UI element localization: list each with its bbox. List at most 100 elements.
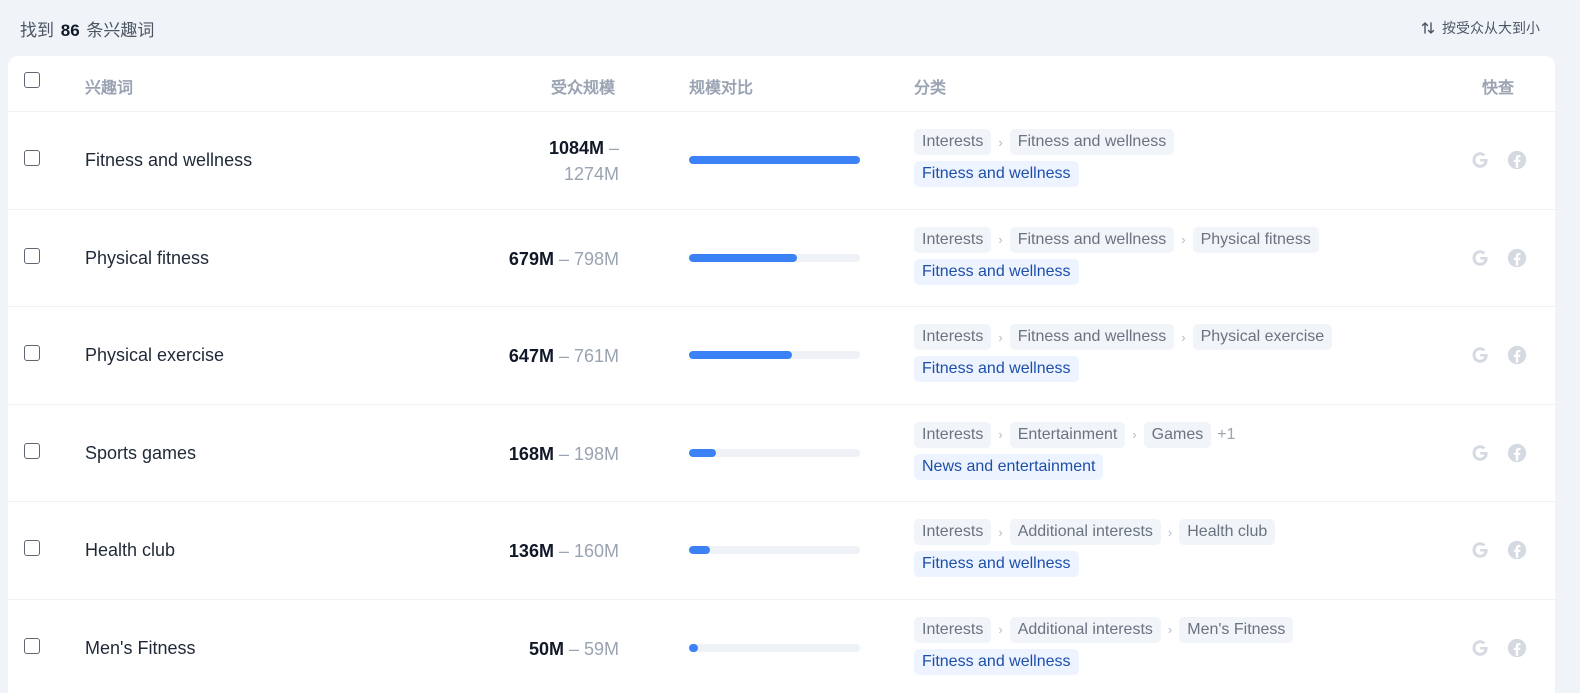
interest-name[interactable]: Health club <box>85 540 175 561</box>
row-checkbox[interactable] <box>24 247 40 264</box>
breadcrumb-separator-icon: › <box>1181 329 1186 345</box>
audience-size: 1084M –1274M <box>548 138 619 184</box>
category-path: Interests › Fitness and wellness › Physical … <box>914 324 1333 350</box>
category-cell: Interests › Additional interests › Health cl… <box>914 519 1276 577</box>
header-audience[interactable]: 受众规模 <box>551 74 615 98</box>
category-path: Interests › Entertainment › Games +1 <box>914 421 1235 448</box>
results-header: 找到 86 条兴趣词 按受众从大到小 <box>0 0 1580 56</box>
google-icon[interactable] <box>1469 344 1491 366</box>
topic-tag: Fitness and wellness <box>914 356 1079 382</box>
table-row[interactable]: Men's Fitness 50M – 59M Interests › Addition… <box>8 600 1555 693</box>
category-path-chip: Fitness and wellness <box>1009 324 1175 350</box>
topic-tag: Fitness and wellness <box>914 258 1079 285</box>
category-path-chip: Fitness and wellness <box>1009 129 1175 155</box>
category-path-chip: Interests <box>914 129 992 155</box>
more-categories-count[interactable]: +1 <box>1217 426 1235 444</box>
breadcrumb-separator-icon: › <box>998 427 1003 442</box>
row-checkbox[interactable] <box>24 442 40 459</box>
audience-size: 647M – 761M <box>508 346 619 366</box>
audience-compare-fill <box>689 643 698 652</box>
category-path-chip: Games <box>1143 421 1212 448</box>
select-all-checkbox[interactable] <box>24 72 40 88</box>
row-checkbox[interactable] <box>24 637 40 654</box>
google-icon[interactable] <box>1469 247 1491 269</box>
audience-compare-bar <box>689 253 860 262</box>
category-path-chip: Health club <box>1179 519 1276 545</box>
category-cell: Interests › Fitness and wellness › Physical … <box>914 324 1333 382</box>
breadcrumb-separator-icon: › <box>998 329 1003 345</box>
audience-size: 168M – 198M <box>508 443 619 464</box>
google-icon[interactable] <box>1469 149 1491 171</box>
audience-compare-bar <box>689 156 860 164</box>
audience-compare-bar <box>689 351 860 359</box>
header-compare: 规模对比 <box>689 80 754 97</box>
category-path-chip: Fitness and wellness <box>1009 226 1175 253</box>
facebook-icon[interactable] <box>1506 247 1528 269</box>
results-count-number: 86 <box>60 20 80 40</box>
category-path: Interests › Additional interests › Men's Fit… <box>914 616 1294 643</box>
results-count: 找到 86 条兴趣词 <box>20 20 155 40</box>
category-path-chip: Interests <box>914 616 992 643</box>
row-checkbox[interactable] <box>24 150 40 166</box>
header-category: 分类 <box>914 80 947 97</box>
category-path: Interests › Additional interests › Health cl… <box>914 519 1276 545</box>
breadcrumb-separator-icon: › <box>1167 524 1173 540</box>
category-path: Interests › Fitness and wellness › Physical … <box>914 226 1319 253</box>
topic-tag: Fitness and wellness <box>914 551 1079 577</box>
table-row[interactable]: Fitness and wellness 1084M –1274M Interest… <box>8 112 1555 210</box>
category-path-chip: Interests <box>914 421 992 448</box>
google-icon[interactable] <box>1469 442 1491 464</box>
category-path-chip: Additional interests <box>1009 616 1161 643</box>
breadcrumb-separator-icon: › <box>1167 622 1173 637</box>
category-cell: Interests › Additional interests › Men's Fit… <box>914 616 1294 675</box>
breadcrumb-separator-icon: › <box>998 524 1003 540</box>
category-path-chip: Interests <box>914 226 992 253</box>
header-keyword: 兴趣词 <box>85 80 134 97</box>
audience-compare-bar <box>689 643 860 652</box>
google-icon[interactable] <box>1469 539 1491 561</box>
facebook-icon[interactable] <box>1506 539 1528 561</box>
table-row[interactable]: Sports games 168M – 198M Interests › Enterta… <box>8 405 1555 502</box>
breadcrumb-separator-icon: › <box>1181 232 1186 247</box>
category-path-chip: Physical fitness <box>1192 226 1319 253</box>
table-row[interactable]: Physical exercise 647M – 761M Interests › Fi… <box>8 307 1555 405</box>
topic-tag: News and entertainment <box>914 453 1104 480</box>
table-row[interactable]: Health club 136M – 160M Interests › Addition… <box>8 502 1555 600</box>
category-path-chip: Interests <box>914 519 992 545</box>
table-row[interactable]: Physical fitness 679M – 798M Interests › Fit… <box>8 210 1555 307</box>
audience-compare-fill <box>689 156 860 164</box>
interest-name[interactable]: Sports games <box>85 443 196 464</box>
interest-name[interactable]: Fitness and wellness <box>85 150 252 171</box>
sort-label: 按受众从大到小 <box>1442 20 1540 36</box>
facebook-icon[interactable] <box>1506 149 1528 171</box>
topic-tag: Fitness and wellness <box>914 648 1079 675</box>
category-path-chip: Interests <box>914 324 992 350</box>
google-icon[interactable] <box>1469 637 1491 659</box>
breadcrumb-separator-icon: › <box>1132 427 1137 442</box>
interest-table: 兴趣词 受众规模 规模对比 分类 快查 Fitness and wellness… <box>8 56 1555 693</box>
category-cell: Interests › Fitness and wellness › Physical … <box>914 226 1319 285</box>
audience-compare-fill <box>689 253 797 262</box>
interest-name[interactable]: Physical exercise <box>85 345 224 366</box>
audience-size: 50M – 59M <box>528 638 619 659</box>
audience-compare-fill <box>689 546 711 554</box>
facebook-icon[interactable] <box>1506 344 1528 366</box>
facebook-icon[interactable] <box>1506 637 1528 659</box>
category-cell: Interests › Fitness and wellness Fitness an… <box>914 129 1175 187</box>
audience-size: 136M – 160M <box>508 541 619 561</box>
interest-name[interactable]: Men's Fitness <box>85 638 195 659</box>
audience-compare-fill <box>689 448 716 457</box>
audience-size: 679M – 798M <box>508 248 619 269</box>
audience-compare-bar <box>689 546 860 554</box>
audience-compare-bar <box>689 448 860 457</box>
row-checkbox[interactable] <box>24 540 40 556</box>
row-checkbox[interactable] <box>24 345 40 361</box>
sort-button[interactable]: 按受众从大到小 <box>1420 18 1540 38</box>
facebook-icon[interactable] <box>1506 442 1528 464</box>
category-path-chip: Physical exercise <box>1192 324 1333 350</box>
breadcrumb-separator-icon: › <box>998 134 1003 150</box>
table-header: 兴趣词 受众规模 规模对比 分类 快查 <box>8 56 1555 112</box>
interest-name[interactable]: Physical fitness <box>85 248 209 269</box>
category-path: Interests › Fitness and wellness <box>914 129 1175 155</box>
topic-tag: Fitness and wellness <box>914 161 1079 187</box>
